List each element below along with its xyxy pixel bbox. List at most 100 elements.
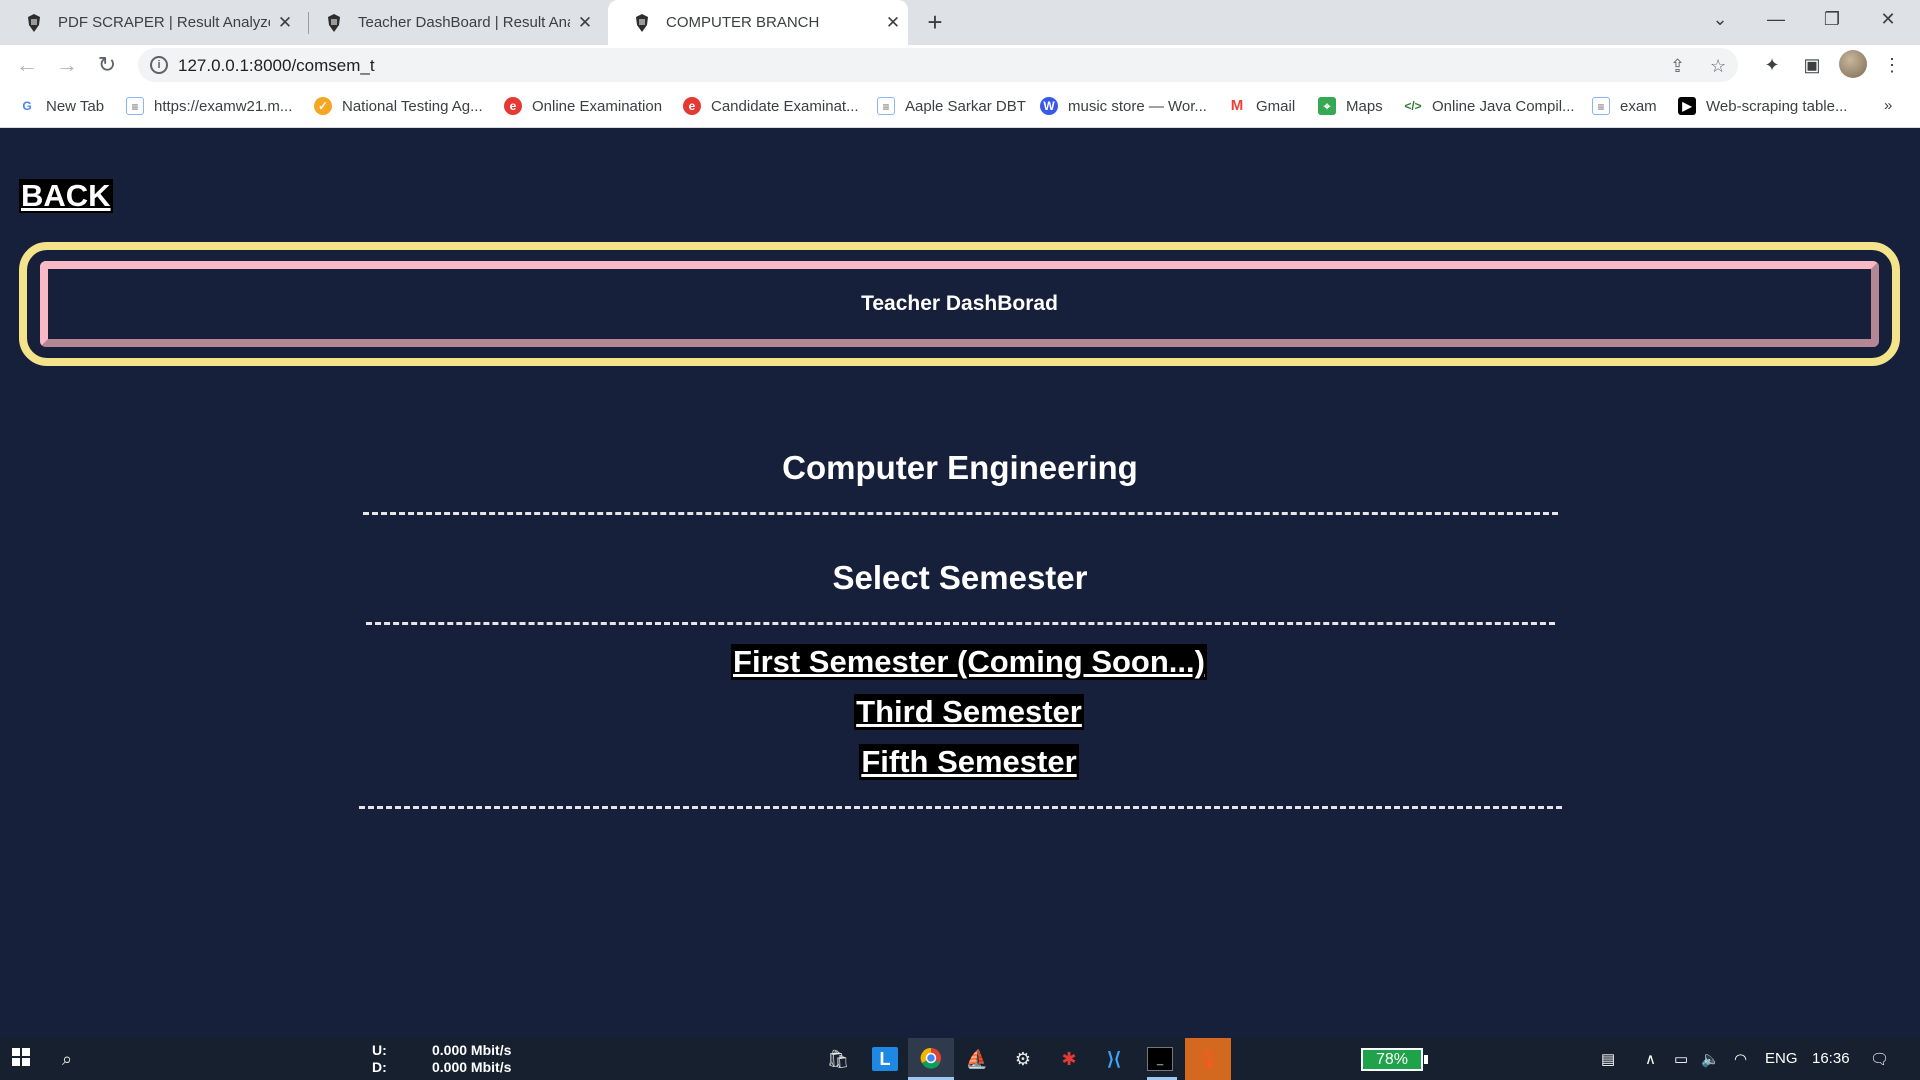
dashboard-banner: Teacher DashBorad xyxy=(19,242,1900,366)
semester-link-row: Third Semester xyxy=(0,694,1920,730)
exam-icon: e xyxy=(683,97,701,115)
bookmark-aaple-sarkar[interactable]: ≡ Aaple Sarkar DBT xyxy=(877,95,1026,117)
more-bookmarks-icon[interactable]: » xyxy=(1884,97,1892,114)
bookmark-label: Gmail xyxy=(1256,97,1296,115)
bookmark-star-icon[interactable]: ☆ xyxy=(1710,56,1726,77)
chrome-icon[interactable] xyxy=(918,1047,944,1071)
red-app-icon[interactable]: ✱ xyxy=(1056,1047,1082,1071)
back-arrow-icon[interactable]: ← xyxy=(12,51,42,81)
tab-search-icon[interactable]: ⌄ xyxy=(1692,0,1748,40)
fifth-semester-link[interactable]: Fifth Semester xyxy=(859,744,1079,780)
tab-title: Teacher DashBoard | Result Analy xyxy=(358,14,570,31)
bookmark-national-testing[interactable]: ✓ National Testing Ag... xyxy=(314,95,483,117)
windows-start-icon[interactable] xyxy=(8,1047,34,1071)
browser-toolbar: ← → ↻ i 127.0.0.1:8000/comsem_t ⇪ ☆ ✦ ▣ … xyxy=(0,45,1920,85)
side-panel-icon[interactable]: ▣ xyxy=(1800,53,1824,77)
page-icon: ≡ xyxy=(126,97,144,115)
close-tab-icon[interactable]: ✕ xyxy=(570,13,600,33)
bookmark-exam[interactable]: ≡ exam xyxy=(1592,95,1657,117)
google-icon: G xyxy=(22,99,32,113)
page-icon: ≡ xyxy=(877,97,895,115)
ship-app-icon[interactable]: ⛵ xyxy=(964,1047,990,1071)
search-icon[interactable]: ⌕ xyxy=(54,1047,80,1071)
site-info-icon[interactable]: i xyxy=(150,56,168,74)
share-icon[interactable]: ⇪ xyxy=(1670,56,1685,77)
profile-avatar[interactable] xyxy=(1839,50,1867,78)
menu-icon[interactable]: ⋮ xyxy=(1880,53,1904,77)
dashboard-banner-inner: Teacher DashBorad xyxy=(40,261,1879,347)
bookmark-label: Maps xyxy=(1346,97,1383,115)
branch-heading-row: Computer Engineering xyxy=(0,449,1920,487)
close-tab-icon[interactable]: ✕ xyxy=(270,13,300,33)
select-heading-row: Select Semester xyxy=(0,559,1920,597)
terminal-icon[interactable]: _ xyxy=(1147,1047,1173,1071)
tab-title: PDF SCRAPER | Result Analyzer S xyxy=(58,14,270,31)
divider xyxy=(366,622,1555,625)
code-icon: </> xyxy=(1404,99,1422,113)
notifications-icon[interactable]: 🗨 xyxy=(1870,1050,1889,1068)
bookmark-new-tab[interactable]: G New Tab xyxy=(18,95,104,117)
reload-icon[interactable]: ↻ xyxy=(92,51,122,81)
browser-tab-pdf-scraper[interactable]: PDF SCRAPER | Result Analyzer S ✕ xyxy=(0,0,300,45)
video-icon: ▶ xyxy=(1678,97,1696,115)
forward-arrow-icon[interactable]: → xyxy=(52,51,82,81)
favicon-icon xyxy=(24,13,44,33)
battery-icon[interactable]: ▭ xyxy=(1674,1050,1688,1068)
news-icon[interactable]: ▤ xyxy=(1601,1050,1615,1068)
minimize-icon[interactable]: — xyxy=(1748,0,1804,40)
vscode-icon[interactable]: ⟩⟨ xyxy=(1101,1047,1127,1071)
new-tab-button[interactable]: + xyxy=(918,6,952,40)
bookmark-label: New Tab xyxy=(46,97,105,115)
address-bar[interactable]: i 127.0.0.1:8000/comsem_t ⇪ ☆ xyxy=(138,48,1738,82)
third-semester-link[interactable]: Third Semester xyxy=(854,694,1084,730)
wifi-icon[interactable]: ◠ xyxy=(1734,1050,1747,1068)
bookmark-music-store[interactable]: W music store — Wor... xyxy=(1040,95,1207,117)
close-window-icon[interactable]: ✕ xyxy=(1860,0,1916,40)
divider xyxy=(359,806,1562,809)
windows-taskbar: ⌕ U: 0.000 Mbit/s D: 0.000 Mbit/s 🛍 L ⛵ ⚙ … xyxy=(0,1038,1920,1080)
download-label: D: xyxy=(372,1059,387,1075)
restore-icon[interactable]: ❐ xyxy=(1804,0,1860,40)
upload-speed: 0.000 Mbit/s xyxy=(432,1042,512,1058)
select-semester-heading: Select Semester xyxy=(832,559,1088,596)
bookmark-gmail[interactable]: M Gmail xyxy=(1228,95,1295,117)
browser-tab-computer-branch[interactable]: COMPUTER BRANCH ✕ xyxy=(608,0,908,45)
banner-title: Teacher DashBorad xyxy=(861,292,1058,315)
store-icon[interactable]: 🛍 xyxy=(825,1047,851,1071)
close-tab-icon[interactable]: ✕ xyxy=(878,13,908,33)
bookmark-candidate-examination[interactable]: e Candidate Examinat... xyxy=(683,95,859,117)
chevron-up-icon[interactable]: ∧ xyxy=(1645,1050,1656,1068)
bookmark-examw21[interactable]: ≡ https://examw21.m... xyxy=(126,95,292,117)
battery-indicator[interactable]: 78% xyxy=(1361,1048,1428,1071)
tab-strip: PDF SCRAPER | Result Analyzer S ✕ Teache… xyxy=(0,0,1920,45)
upload-label: U: xyxy=(372,1042,387,1058)
bookmark-online-java[interactable]: </> Online Java Compil... xyxy=(1404,95,1574,117)
first-semester-link[interactable]: First Semester (Coming Soon...) xyxy=(731,644,1207,680)
settings-gear-icon[interactable]: ⚙ xyxy=(1010,1047,1036,1071)
bookmark-web-scraping[interactable]: ▶ Web-scraping table... xyxy=(1678,95,1847,117)
app-l-icon[interactable]: L xyxy=(872,1047,898,1071)
clock[interactable]: 16:36 xyxy=(1812,1050,1850,1067)
page-icon: ≡ xyxy=(1592,97,1610,115)
bookmark-maps[interactable]: ⌖ Maps xyxy=(1318,95,1383,117)
gmail-icon: M xyxy=(1230,97,1244,114)
exam-icon: e xyxy=(504,97,522,115)
bookmark-label: Candidate Examinat... xyxy=(711,97,859,115)
bookmark-label: https://examw21.m... xyxy=(154,97,293,115)
bookmark-label: National Testing Ag... xyxy=(342,97,483,115)
bookmark-label: Online Examination xyxy=(532,97,663,115)
volume-icon[interactable]: 🔈 xyxy=(1701,1050,1720,1068)
extensions-icon[interactable]: ✦ xyxy=(1760,53,1784,77)
semester-link-row: Fifth Semester xyxy=(0,744,1920,780)
branch-heading: Computer Engineering xyxy=(782,449,1138,486)
page-content: BACK Teacher DashBorad Computer Engineer… xyxy=(0,128,1920,1038)
back-link[interactable]: BACK xyxy=(19,179,113,213)
bookmark-online-examination[interactable]: e Online Examination xyxy=(504,95,662,117)
bookmark-label: Aaple Sarkar DBT xyxy=(905,97,1026,115)
language-indicator[interactable]: ENG xyxy=(1765,1050,1798,1067)
bookmarks-bar: G New Tab ≡ https://examw21.m... ✓ Natio… xyxy=(0,85,1920,128)
maps-icon: ⌖ xyxy=(1318,97,1336,115)
recorder-icon[interactable]: 🎙 xyxy=(1195,1047,1221,1071)
browser-tab-teacher-dashboard[interactable]: Teacher DashBoard | Result Analy ✕ xyxy=(300,0,600,45)
favicon-icon xyxy=(324,13,344,33)
